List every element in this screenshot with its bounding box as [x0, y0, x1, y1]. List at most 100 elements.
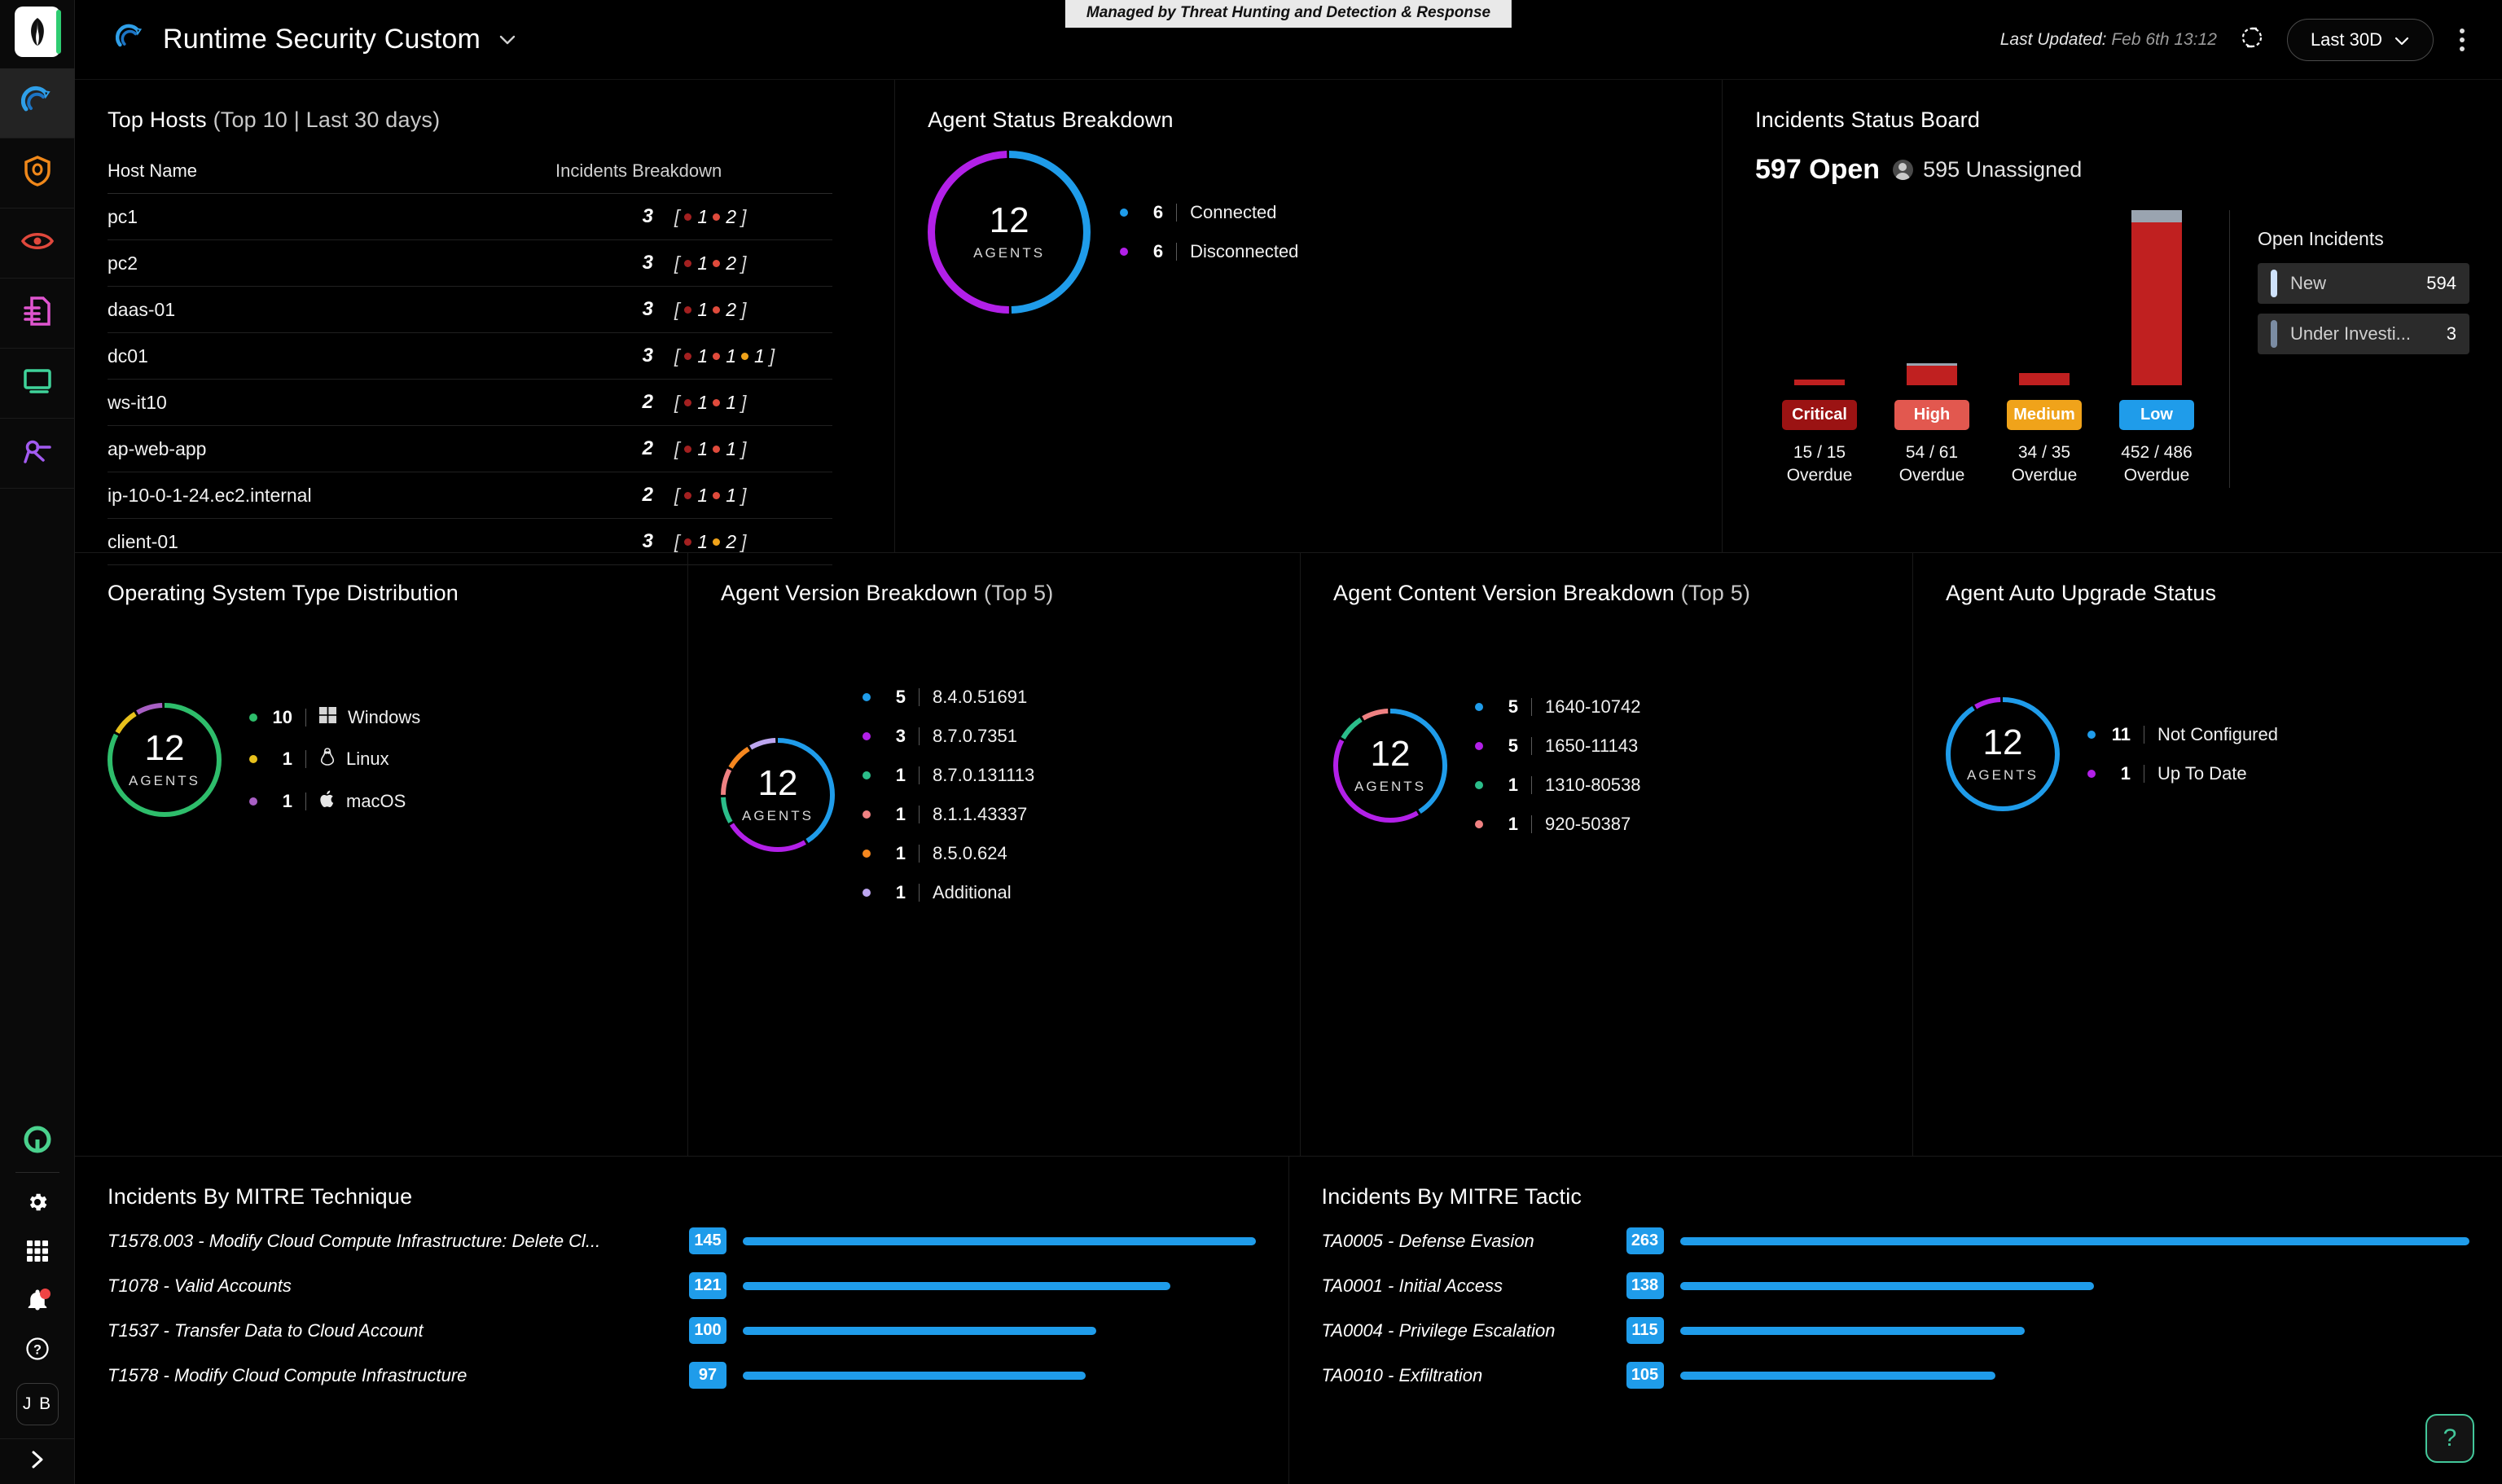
- kebab-menu-icon[interactable]: [2455, 24, 2469, 56]
- open-incident-row[interactable]: New 594: [2258, 263, 2469, 304]
- severity-column[interactable]: Low 452 / 486 Overdue: [2100, 210, 2213, 488]
- sidebar-expand-button[interactable]: [0, 1438, 75, 1484]
- sidebar-item-endpoint-protection[interactable]: [0, 138, 75, 209]
- breakdown-item: 1: [684, 299, 708, 321]
- breakdown-value: 2: [726, 252, 736, 274]
- severity-dot: [684, 538, 692, 546]
- donut-center: 12 AGENTS: [1333, 709, 1447, 823]
- ring-icon: [24, 1126, 51, 1157]
- table-row[interactable]: dc01 3 [1 1 1]: [108, 333, 832, 380]
- legend-item[interactable]: 1 Up To Date: [2087, 754, 2278, 793]
- legend-value: 1: [1508, 775, 1518, 795]
- refresh-button[interactable]: [2238, 24, 2266, 55]
- status-label: New: [2290, 273, 2327, 293]
- sidebar-item-integrations[interactable]: [0, 419, 75, 489]
- legend-divider: [919, 766, 920, 784]
- table-row[interactable]: daas-01 3 [1 2]: [108, 287, 832, 333]
- legend-value: 1: [282, 791, 292, 811]
- table-row[interactable]: ip-10-0-1-24.ec2.internal 2 [1 1]: [108, 472, 832, 519]
- legend-item[interactable]: 3 8.7.0.7351: [863, 717, 1034, 756]
- legend-item[interactable]: 1 8.7.0.131113: [863, 756, 1034, 795]
- breakdown-value: 1: [697, 345, 709, 367]
- panel-mitre-technique: Incidents By MITRE Technique T1578.003 -…: [75, 1157, 1288, 1484]
- severity-overdue-ratio: 452 / 486 Overdue: [2121, 443, 2193, 485]
- open-incidents-title: Open Incidents: [2258, 228, 2384, 249]
- avatar[interactable]: J B: [16, 1383, 59, 1425]
- mitre-bar-fill: [743, 1326, 1097, 1335]
- legend-item[interactable]: 1 macOS: [249, 780, 420, 823]
- mitre-row[interactable]: TA0001 - Initial Access 138: [1322, 1272, 2470, 1299]
- breakdown-item: 1: [684, 438, 708, 460]
- mitre-value-badge: 121: [689, 1272, 726, 1299]
- agent-version-donut[interactable]: 12 AGENTS: [721, 738, 835, 852]
- legend-item[interactable]: 6 Connected: [1120, 193, 1298, 232]
- agent-status-donut[interactable]: 12 AGENTS: [928, 151, 1091, 314]
- legend-divider: [919, 806, 920, 823]
- table-row[interactable]: pc2 3 [1 2]: [108, 240, 832, 287]
- table-row[interactable]: pc1 3 [1 2]: [108, 194, 832, 240]
- legend-item[interactable]: 5 1640-10742: [1475, 687, 1640, 727]
- legend-label: Disconnected: [1190, 241, 1299, 261]
- mitre-bar-track: [743, 1281, 1256, 1290]
- table-row[interactable]: ap-web-app 2 [1 1]: [108, 426, 832, 472]
- singularity-marketplace-button[interactable]: [0, 1117, 75, 1166]
- notifications-button[interactable]: [0, 1277, 75, 1326]
- legend-label: 8.1.1.43337: [933, 804, 1028, 824]
- mitre-row[interactable]: TA0010 - Exfiltration 105: [1322, 1362, 2470, 1389]
- mitre-row[interactable]: T1537 - Transfer Data to Cloud Account 10…: [108, 1317, 1256, 1344]
- legend-value: 5: [895, 687, 906, 707]
- legend-item[interactable]: 5 8.4.0.51691: [863, 678, 1034, 717]
- legend-divider: [919, 688, 920, 706]
- legend-item[interactable]: 1 8.1.1.43337: [863, 795, 1034, 834]
- agent-auto-upgrade-donut[interactable]: 12 AGENTS: [1946, 697, 2060, 811]
- donut-unit-label: AGENTS: [1967, 767, 2039, 783]
- host-name: ap-web-app: [108, 437, 207, 459]
- legend-item[interactable]: 1 920-50387: [1475, 805, 1640, 844]
- gear-icon: [25, 1190, 50, 1218]
- mitre-row[interactable]: TA0005 - Defense Evasion 263: [1322, 1227, 2469, 1254]
- host-name: pc2: [108, 252, 138, 274]
- open-incidents-panel: Open Incidents New 594 Under Investi... 3: [2229, 210, 2469, 488]
- panel-top-hosts: Top Hosts (Top 10 | Last 30 days) Host N…: [75, 80, 894, 565]
- mitre-row[interactable]: T1078 - Valid Accounts 121: [108, 1272, 1256, 1299]
- legend-value: 1: [2120, 763, 2131, 784]
- settings-button[interactable]: [0, 1179, 75, 1228]
- mitre-row[interactable]: T1578.003 - Modify Cloud Compute Infrast…: [108, 1227, 1256, 1254]
- chevron-down-icon[interactable]: [498, 29, 516, 50]
- panel-os-distribution: Operating System Type Distribution 12 AGE…: [75, 553, 687, 1156]
- mitre-bar-track: [743, 1236, 1256, 1245]
- incidents-status-board-body: Critical 15 / 15 Overdue High 54 / 61 Overdue…: [1755, 210, 2469, 488]
- help-floating-button[interactable]: ?: [2425, 1414, 2474, 1463]
- sentinelone-logo-icon[interactable]: [14, 7, 61, 57]
- severity-column[interactable]: Medium 34 / 35 Overdue: [1988, 210, 2100, 488]
- severity-column[interactable]: High 54 / 61 Overdue: [1876, 210, 1988, 488]
- agent-content-version-donut[interactable]: 12 AGENTS: [1333, 709, 1447, 823]
- legend-item[interactable]: 1 Additional: [863, 873, 1034, 912]
- severity-dot: [684, 305, 692, 314]
- apps-grid-button[interactable]: [0, 1228, 75, 1277]
- legend-label: 8.7.0.131113: [933, 765, 1035, 785]
- legend-item[interactable]: 5 1650-11143: [1475, 727, 1640, 766]
- sidebar-item-devices[interactable]: [0, 349, 75, 419]
- legend-item[interactable]: 10 Windows: [249, 697, 420, 738]
- legend-item[interactable]: 1 Linux: [249, 738, 420, 780]
- severity-column[interactable]: Critical 15 / 15 Overdue: [1763, 210, 1876, 488]
- mitre-row[interactable]: T1578 - Modify Cloud Compute Infrastruct…: [108, 1362, 1256, 1389]
- sidebar-item-reports[interactable]: [0, 279, 75, 349]
- mitre-row[interactable]: TA0004 - Privilege Escalation 115: [1322, 1317, 2470, 1344]
- time-range-selector[interactable]: Last 30D: [2286, 18, 2434, 61]
- open-incident-row[interactable]: Under Investi... 3: [2258, 314, 2469, 354]
- help-sidebar-button[interactable]: ?: [0, 1326, 75, 1375]
- legend-item[interactable]: 1 8.5.0.624: [863, 834, 1034, 873]
- sidebar-item-dashboard[interactable]: [0, 68, 75, 138]
- agent-content-version-title-main: Agent Content Version Breakdown: [1333, 581, 1675, 605]
- legend-item[interactable]: 6 Disconnected: [1120, 232, 1298, 271]
- severity-dot: [713, 352, 721, 360]
- table-row[interactable]: ws-it10 2 [1 1]: [108, 380, 832, 426]
- legend-divider: [305, 750, 306, 768]
- os-distribution-legend: 10 Windows 1 Linux 1 macOS: [249, 697, 420, 823]
- legend-item[interactable]: 11 Not Configured: [2087, 715, 2278, 754]
- legend-item[interactable]: 1 1310-80538: [1475, 766, 1640, 805]
- os-distribution-donut[interactable]: 12 AGENTS: [108, 703, 222, 817]
- sidebar-item-visibility[interactable]: [0, 209, 75, 279]
